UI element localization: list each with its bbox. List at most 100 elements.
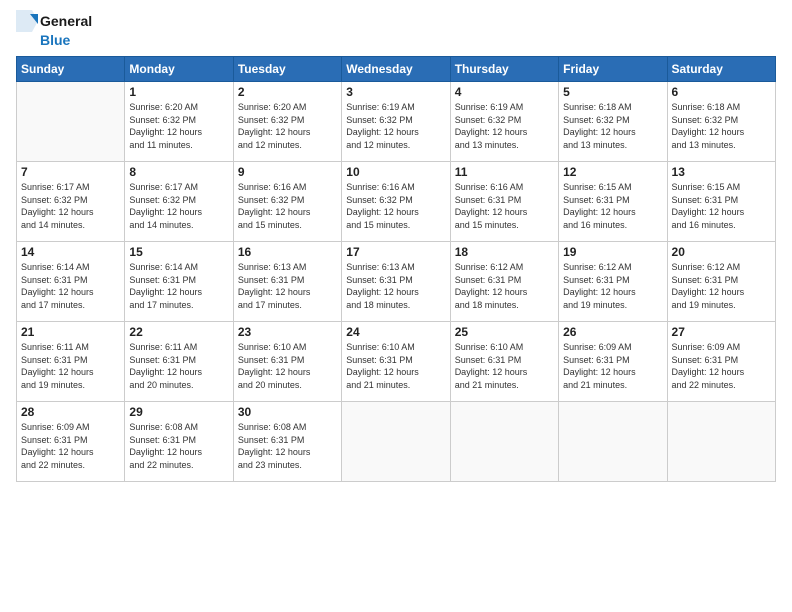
- day-number: 4: [455, 85, 554, 99]
- calendar-cell: 16Sunrise: 6:13 AM Sunset: 6:31 PM Dayli…: [233, 242, 341, 322]
- calendar-cell: 5 Sunrise: 6:18 AM Sunset: 6:32 PM Daylig…: [559, 82, 667, 162]
- header-day-sunday: Sunday: [17, 57, 125, 82]
- calendar-cell: 4 Sunrise: 6:19 AM Sunset: 6:32 PM Daylig…: [450, 82, 558, 162]
- cell-info: Sunrise: 6:14 AM Sunset: 6:31 PM Dayligh…: [21, 261, 120, 311]
- calendar-cell: 26 Sunrise: 6:09 AM Sunset: 6:31 PM Dayli…: [559, 322, 667, 402]
- day-number: 26: [563, 325, 662, 339]
- calendar-table: SundayMondayTuesdayWednesdayThursdayFrid…: [16, 56, 776, 482]
- calendar-cell: 6 Sunrise: 6:18 AM Sunset: 6:32 PM Daylig…: [667, 82, 775, 162]
- calendar-cell: 8 Sunrise: 6:17 AM Sunset: 6:32 PM Daylig…: [125, 162, 233, 242]
- day-number: 21: [21, 325, 120, 339]
- cell-info: Sunrise: 6:15 AM Sunset: 6:31 PM Dayligh…: [672, 181, 771, 231]
- day-number: 10: [346, 165, 445, 179]
- cell-info: Sunrise: 6:17 AM Sunset: 6:32 PM Dayligh…: [129, 181, 228, 231]
- cell-info: Sunrise: 6:16 AM Sunset: 6:32 PM Dayligh…: [238, 181, 337, 231]
- cell-info: Sunrise: 6:10 AM Sunset: 6:31 PM Dayligh…: [455, 341, 554, 391]
- day-number: 29: [129, 405, 228, 419]
- cell-info: Sunrise: 6:16 AM Sunset: 6:31 PM Dayligh…: [455, 181, 554, 231]
- day-number: 24: [346, 325, 445, 339]
- header-day-monday: Monday: [125, 57, 233, 82]
- calendar-cell: 13 Sunrise: 6:15 AM Sunset: 6:31 PM Dayli…: [667, 162, 775, 242]
- header-row: SundayMondayTuesdayWednesdayThursdayFrid…: [17, 57, 776, 82]
- day-number: 19: [563, 245, 662, 259]
- day-number: 25: [455, 325, 554, 339]
- calendar-cell: 21 Sunrise: 6:11 AM Sunset: 6:31 PM Dayli…: [17, 322, 125, 402]
- calendar-cell: 20 Sunrise: 6:12 AM Sunset: 6:31 PM Dayli…: [667, 242, 775, 322]
- calendar-cell: 3 Sunrise: 6:19 AM Sunset: 6:32 PM Daylig…: [342, 82, 450, 162]
- calendar-cell: 1 Sunrise: 6:20 AM Sunset: 6:32 PM Daylig…: [125, 82, 233, 162]
- cell-info: Sunrise: 6:19 AM Sunset: 6:32 PM Dayligh…: [346, 101, 445, 151]
- logo-blue: Blue: [40, 32, 70, 48]
- calendar-cell: [559, 402, 667, 482]
- week-row-2: 14 Sunrise: 6:14 AM Sunset: 6:31 PM Dayli…: [17, 242, 776, 322]
- cell-info: Sunrise: 6:19 AM Sunset: 6:32 PM Dayligh…: [455, 101, 554, 151]
- week-row-3: 21 Sunrise: 6:11 AM Sunset: 6:31 PM Dayli…: [17, 322, 776, 402]
- calendar-cell: [342, 402, 450, 482]
- calendar-cell: 12 Sunrise: 6:15 AM Sunset: 6:31 PM Dayli…: [559, 162, 667, 242]
- day-number: 27: [672, 325, 771, 339]
- day-number: 15: [129, 245, 228, 259]
- day-number: 12: [563, 165, 662, 179]
- cell-info: Sunrise: 6:12 AM Sunset: 6:31 PM Dayligh…: [672, 261, 771, 311]
- calendar-cell: [17, 82, 125, 162]
- week-row-4: 28 Sunrise: 6:09 AM Sunset: 6:31 PM Dayli…: [17, 402, 776, 482]
- day-number: 8: [129, 165, 228, 179]
- day-number: 17: [346, 245, 445, 259]
- day-number: 3: [346, 85, 445, 99]
- cell-info: Sunrise: 6:13 AM Sunset: 6:31 PM Dayligh…: [238, 261, 337, 311]
- day-number: 1: [129, 85, 228, 99]
- cell-info: Sunrise: 6:20 AM Sunset: 6:32 PM Dayligh…: [129, 101, 228, 151]
- day-number: 5: [563, 85, 662, 99]
- header-day-thursday: Thursday: [450, 57, 558, 82]
- calendar-cell: 25 Sunrise: 6:10 AM Sunset: 6:31 PM Dayli…: [450, 322, 558, 402]
- cell-info: Sunrise: 6:09 AM Sunset: 6:31 PM Dayligh…: [672, 341, 771, 391]
- week-row-0: 1 Sunrise: 6:20 AM Sunset: 6:32 PM Daylig…: [17, 82, 776, 162]
- calendar-cell: [450, 402, 558, 482]
- calendar-cell: 7 Sunrise: 6:17 AM Sunset: 6:32 PM Daylig…: [17, 162, 125, 242]
- cell-info: Sunrise: 6:15 AM Sunset: 6:31 PM Dayligh…: [563, 181, 662, 231]
- logo: General Blue: [16, 10, 92, 48]
- logo-general: General: [40, 13, 92, 29]
- calendar-cell: 27 Sunrise: 6:09 AM Sunset: 6:31 PM Dayli…: [667, 322, 775, 402]
- cell-info: Sunrise: 6:11 AM Sunset: 6:31 PM Dayligh…: [21, 341, 120, 391]
- day-number: 28: [21, 405, 120, 419]
- day-number: 22: [129, 325, 228, 339]
- calendar-cell: 18Sunrise: 6:12 AM Sunset: 6:31 PM Dayli…: [450, 242, 558, 322]
- cell-info: Sunrise: 6:18 AM Sunset: 6:32 PM Dayligh…: [563, 101, 662, 151]
- calendar-cell: 22 Sunrise: 6:11 AM Sunset: 6:31 PM Dayli…: [125, 322, 233, 402]
- header: General Blue: [16, 10, 776, 48]
- logo-shape-icon: [16, 10, 38, 32]
- cell-info: Sunrise: 6:18 AM Sunset: 6:32 PM Dayligh…: [672, 101, 771, 151]
- calendar-cell: 17Sunrise: 6:13 AM Sunset: 6:31 PM Dayli…: [342, 242, 450, 322]
- day-number: 18: [455, 245, 554, 259]
- calendar-cell: [667, 402, 775, 482]
- cell-info: Sunrise: 6:10 AM Sunset: 6:31 PM Dayligh…: [346, 341, 445, 391]
- cell-info: Sunrise: 6:12 AM Sunset: 6:31 PM Dayligh…: [563, 261, 662, 311]
- cell-info: Sunrise: 6:09 AM Sunset: 6:31 PM Dayligh…: [563, 341, 662, 391]
- day-number: 2: [238, 85, 337, 99]
- calendar-cell: 19 Sunrise: 6:12 AM Sunset: 6:31 PM Dayli…: [559, 242, 667, 322]
- day-number: 11: [455, 165, 554, 179]
- day-number: 9: [238, 165, 337, 179]
- day-number: 6: [672, 85, 771, 99]
- day-number: 23: [238, 325, 337, 339]
- header-day-friday: Friday: [559, 57, 667, 82]
- week-row-1: 7 Sunrise: 6:17 AM Sunset: 6:32 PM Daylig…: [17, 162, 776, 242]
- day-number: 7: [21, 165, 120, 179]
- calendar-cell: 30Sunrise: 6:08 AM Sunset: 6:31 PM Dayli…: [233, 402, 341, 482]
- header-day-saturday: Saturday: [667, 57, 775, 82]
- cell-info: Sunrise: 6:09 AM Sunset: 6:31 PM Dayligh…: [21, 421, 120, 471]
- day-number: 20: [672, 245, 771, 259]
- cell-info: Sunrise: 6:11 AM Sunset: 6:31 PM Dayligh…: [129, 341, 228, 391]
- cell-info: Sunrise: 6:17 AM Sunset: 6:32 PM Dayligh…: [21, 181, 120, 231]
- cell-info: Sunrise: 6:10 AM Sunset: 6:31 PM Dayligh…: [238, 341, 337, 391]
- day-number: 14: [21, 245, 120, 259]
- day-number: 13: [672, 165, 771, 179]
- calendar-cell: 11 Sunrise: 6:16 AM Sunset: 6:31 PM Dayli…: [450, 162, 558, 242]
- cell-info: Sunrise: 6:08 AM Sunset: 6:31 PM Dayligh…: [129, 421, 228, 471]
- calendar-cell: 15 Sunrise: 6:14 AM Sunset: 6:31 PM Dayli…: [125, 242, 233, 322]
- day-number: 30: [238, 405, 337, 419]
- cell-info: Sunrise: 6:16 AM Sunset: 6:32 PM Dayligh…: [346, 181, 445, 231]
- page: General Blue SundayMondayTuesdayWednesda…: [0, 0, 792, 612]
- cell-info: Sunrise: 6:14 AM Sunset: 6:31 PM Dayligh…: [129, 261, 228, 311]
